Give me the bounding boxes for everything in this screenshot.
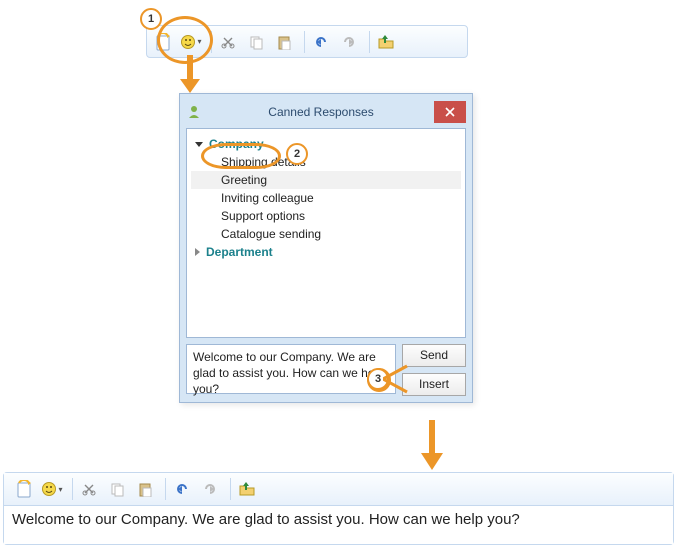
paste-button[interactable] bbox=[133, 477, 157, 501]
canned-responses-dialog: Canned Responses Company Shipping detail… bbox=[179, 93, 473, 403]
response-preview: Welcome to our Company. We are glad to a… bbox=[186, 344, 396, 394]
tree-item[interactable]: Inviting colleague bbox=[191, 189, 461, 207]
tree-item[interactable]: Catalogue sending bbox=[191, 225, 461, 243]
folder-arrow-icon bbox=[238, 481, 256, 497]
insert-button[interactable]: Insert bbox=[402, 373, 466, 396]
expand-icon bbox=[195, 142, 203, 147]
undo-icon bbox=[174, 481, 190, 497]
undo-button[interactable] bbox=[309, 30, 333, 54]
undo-button[interactable] bbox=[170, 477, 194, 501]
annotation-step-3: 3 bbox=[367, 368, 389, 390]
cut-button[interactable] bbox=[77, 477, 101, 501]
canned-response-button[interactable] bbox=[12, 477, 36, 501]
toolbar-separator bbox=[230, 478, 231, 500]
cut-button[interactable] bbox=[216, 30, 240, 54]
dropdown-caret-icon: ▾ bbox=[58, 485, 62, 494]
tree-group-label: Department bbox=[206, 245, 273, 259]
copy-button[interactable] bbox=[244, 30, 268, 54]
annotation-highlight-2 bbox=[201, 143, 281, 169]
redo-button[interactable] bbox=[198, 477, 222, 501]
close-icon bbox=[445, 107, 455, 117]
scissors-icon bbox=[81, 481, 97, 497]
toolbar-separator bbox=[304, 31, 305, 53]
undo-icon bbox=[313, 34, 329, 50]
dialog-titlebar: Canned Responses bbox=[186, 100, 466, 128]
redo-icon bbox=[202, 481, 218, 497]
toolbar-separator bbox=[72, 478, 73, 500]
send-to-button[interactable] bbox=[374, 30, 398, 54]
close-button[interactable] bbox=[434, 101, 466, 123]
tree-group-department[interactable]: Department bbox=[191, 243, 461, 261]
paste-button[interactable] bbox=[272, 30, 296, 54]
annotation-step-2: 2 bbox=[286, 143, 308, 165]
tree-item[interactable]: Support options bbox=[191, 207, 461, 225]
toolbar-bottom: ▾ bbox=[4, 473, 673, 506]
dialog-bottom-pane: Welcome to our Company. We are glad to a… bbox=[186, 344, 466, 396]
redo-button[interactable] bbox=[337, 30, 361, 54]
folder-arrow-icon bbox=[377, 34, 395, 50]
scissors-icon bbox=[220, 34, 236, 50]
dialog-title: Canned Responses bbox=[208, 105, 434, 119]
collapse-icon bbox=[195, 248, 200, 256]
message-editor[interactable]: Welcome to our Company. We are glad to a… bbox=[4, 506, 673, 544]
app-icon bbox=[186, 104, 202, 120]
send-button[interactable]: Send bbox=[402, 344, 466, 367]
dialog-actions: Send Insert bbox=[402, 344, 466, 396]
annotation-highlight-1 bbox=[157, 16, 213, 64]
copy-icon bbox=[109, 481, 125, 497]
emoji-button[interactable]: ▾ bbox=[40, 477, 64, 501]
annotation-arrow-2 bbox=[418, 420, 446, 472]
tree-item-selected[interactable]: Greeting bbox=[191, 171, 461, 189]
paste-icon bbox=[276, 34, 292, 50]
send-to-button[interactable] bbox=[235, 477, 259, 501]
editor-panel: ▾ Welcome to our Company. We are glad to… bbox=[3, 472, 674, 545]
canned-response-icon bbox=[15, 480, 33, 498]
toolbar-separator bbox=[369, 31, 370, 53]
paste-icon bbox=[137, 481, 153, 497]
toolbar-separator bbox=[165, 478, 166, 500]
emoji-icon bbox=[41, 481, 57, 497]
redo-icon bbox=[341, 34, 357, 50]
copy-button[interactable] bbox=[105, 477, 129, 501]
copy-icon bbox=[248, 34, 264, 50]
annotation-step-1: 1 bbox=[140, 8, 162, 30]
